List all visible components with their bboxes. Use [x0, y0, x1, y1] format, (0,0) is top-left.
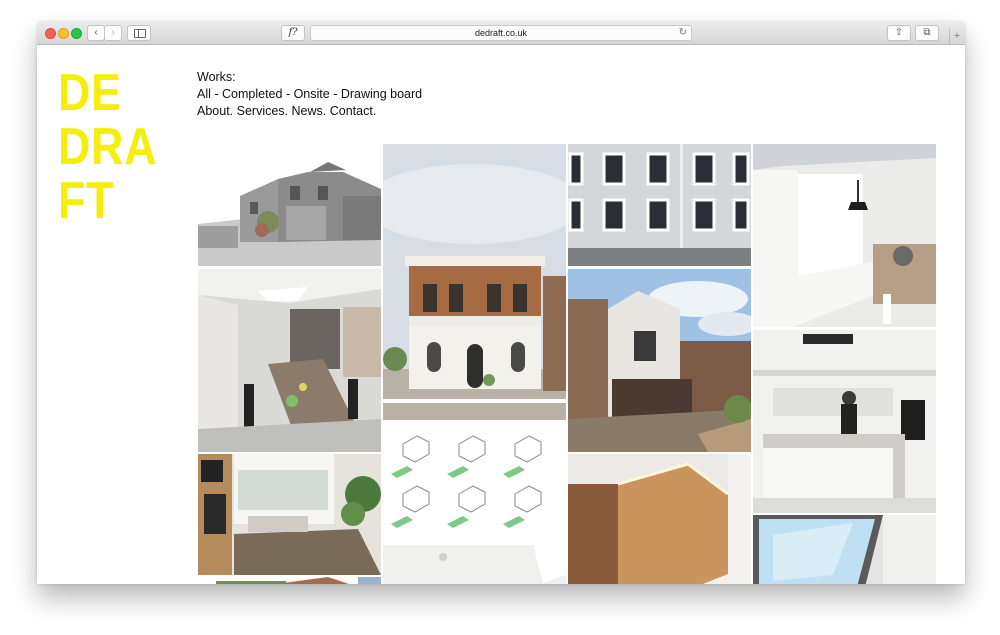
project-thumbnail-living-room[interactable] — [198, 454, 381, 575]
filter-completed-link[interactable]: Completed — [222, 87, 282, 101]
project-thumbnail-terrace-facade[interactable] — [568, 144, 751, 266]
project-thumbnail-kitchen-island[interactable] — [753, 330, 936, 513]
contact-link[interactable]: Contact. — [330, 104, 377, 118]
zoom-window-button[interactable] — [71, 28, 82, 39]
about-link[interactable]: About. — [197, 104, 233, 118]
tabs-icon: ⧉ — [923, 27, 931, 38]
brick-house-image — [198, 577, 381, 584]
project-thumbnail-white-kitchen[interactable] — [753, 144, 936, 327]
project-thumbnail-roof-light[interactable] — [753, 515, 936, 584]
victorian-building-image — [383, 144, 566, 420]
dining-room-image — [198, 269, 381, 452]
project-thumbnail-brick-house[interactable] — [198, 577, 381, 584]
project-thumbnail-victorian-building[interactable] — [383, 144, 566, 420]
project-thumbnail-dining-room[interactable] — [198, 269, 381, 452]
filter-separator: - — [329, 87, 341, 101]
share-button[interactable]: ⇧ — [887, 25, 911, 41]
logo-line: DE — [58, 64, 122, 122]
terrace-facade-image — [568, 144, 751, 266]
url-text: dedraft.co.uk — [474, 28, 528, 38]
services-link[interactable]: Services. — [237, 104, 288, 118]
forward-button[interactable]: › — [104, 25, 122, 41]
rendered-house-image — [198, 144, 381, 266]
font-button-label: f? — [288, 27, 298, 38]
kitchen-island-image — [753, 330, 936, 513]
filter-all-link[interactable]: All — [197, 87, 211, 101]
site-navigation: Works: All - Completed - Onsite - Drawin… — [197, 69, 422, 120]
white-interior-image — [383, 545, 566, 584]
roof-light-image — [753, 515, 936, 584]
reload-icon[interactable]: ↻ — [679, 26, 687, 40]
logo-line: DRA — [58, 118, 158, 176]
chevron-left-icon: ‹ — [94, 27, 98, 38]
info-links: About. Services. News. Contact. — [197, 103, 422, 120]
living-room-image — [198, 454, 381, 575]
works-heading: Works: — [197, 70, 236, 84]
web-page: DE DRA FT Works: All - Completed - Onsit… — [37, 45, 965, 584]
project-thumbnail-white-interior[interactable] — [383, 545, 566, 584]
project-thumbnail-axonometric-drawing[interactable] — [383, 422, 566, 543]
chevron-right-icon: › — [111, 27, 115, 38]
filter-onsite-link[interactable]: Onsite — [294, 87, 330, 101]
close-window-button[interactable] — [45, 28, 56, 39]
news-link[interactable]: News. — [292, 104, 327, 118]
site-logo[interactable]: DE DRA FT — [58, 64, 158, 230]
address-bar[interactable]: dedraft.co.uk ↻ — [310, 25, 692, 41]
share-icon: ⇧ — [894, 27, 904, 38]
project-thumbnail-rendered-house[interactable] — [198, 144, 381, 266]
filter-drawing-board-link[interactable]: Drawing board — [341, 87, 422, 101]
back-button[interactable]: ‹ — [87, 25, 105, 41]
sidebar-icon — [134, 29, 146, 38]
show-tabs-button[interactable]: ⧉ — [915, 25, 939, 41]
browser-toolbar: ‹ › f? dedraft.co.uk ↻ ⇧ ⧉ + — [37, 22, 965, 45]
plus-icon: + — [953, 30, 961, 42]
project-thumbnail-timber-stair[interactable] — [568, 454, 751, 584]
logo-line: FT — [58, 172, 115, 230]
sidebar-toggle-button[interactable] — [127, 25, 151, 41]
axonometric-drawing-image — [383, 422, 566, 543]
filter-separator: - — [282, 87, 294, 101]
new-tab-button[interactable]: + — [949, 29, 964, 44]
works-filters: All - Completed - Onsite - Drawing board — [197, 86, 422, 103]
filter-separator: - — [210, 87, 223, 101]
minimize-window-button[interactable] — [58, 28, 69, 39]
project-thumbnail-rear-extension-site[interactable] — [568, 269, 751, 452]
font-extension-button[interactable]: f? — [281, 25, 305, 41]
timber-stair-image — [568, 454, 751, 584]
rear-extension-site-image — [568, 269, 751, 452]
browser-window: ‹ › f? dedraft.co.uk ↻ ⇧ ⧉ + DE DRA FT W… — [37, 22, 965, 584]
white-kitchen-image — [753, 144, 936, 327]
